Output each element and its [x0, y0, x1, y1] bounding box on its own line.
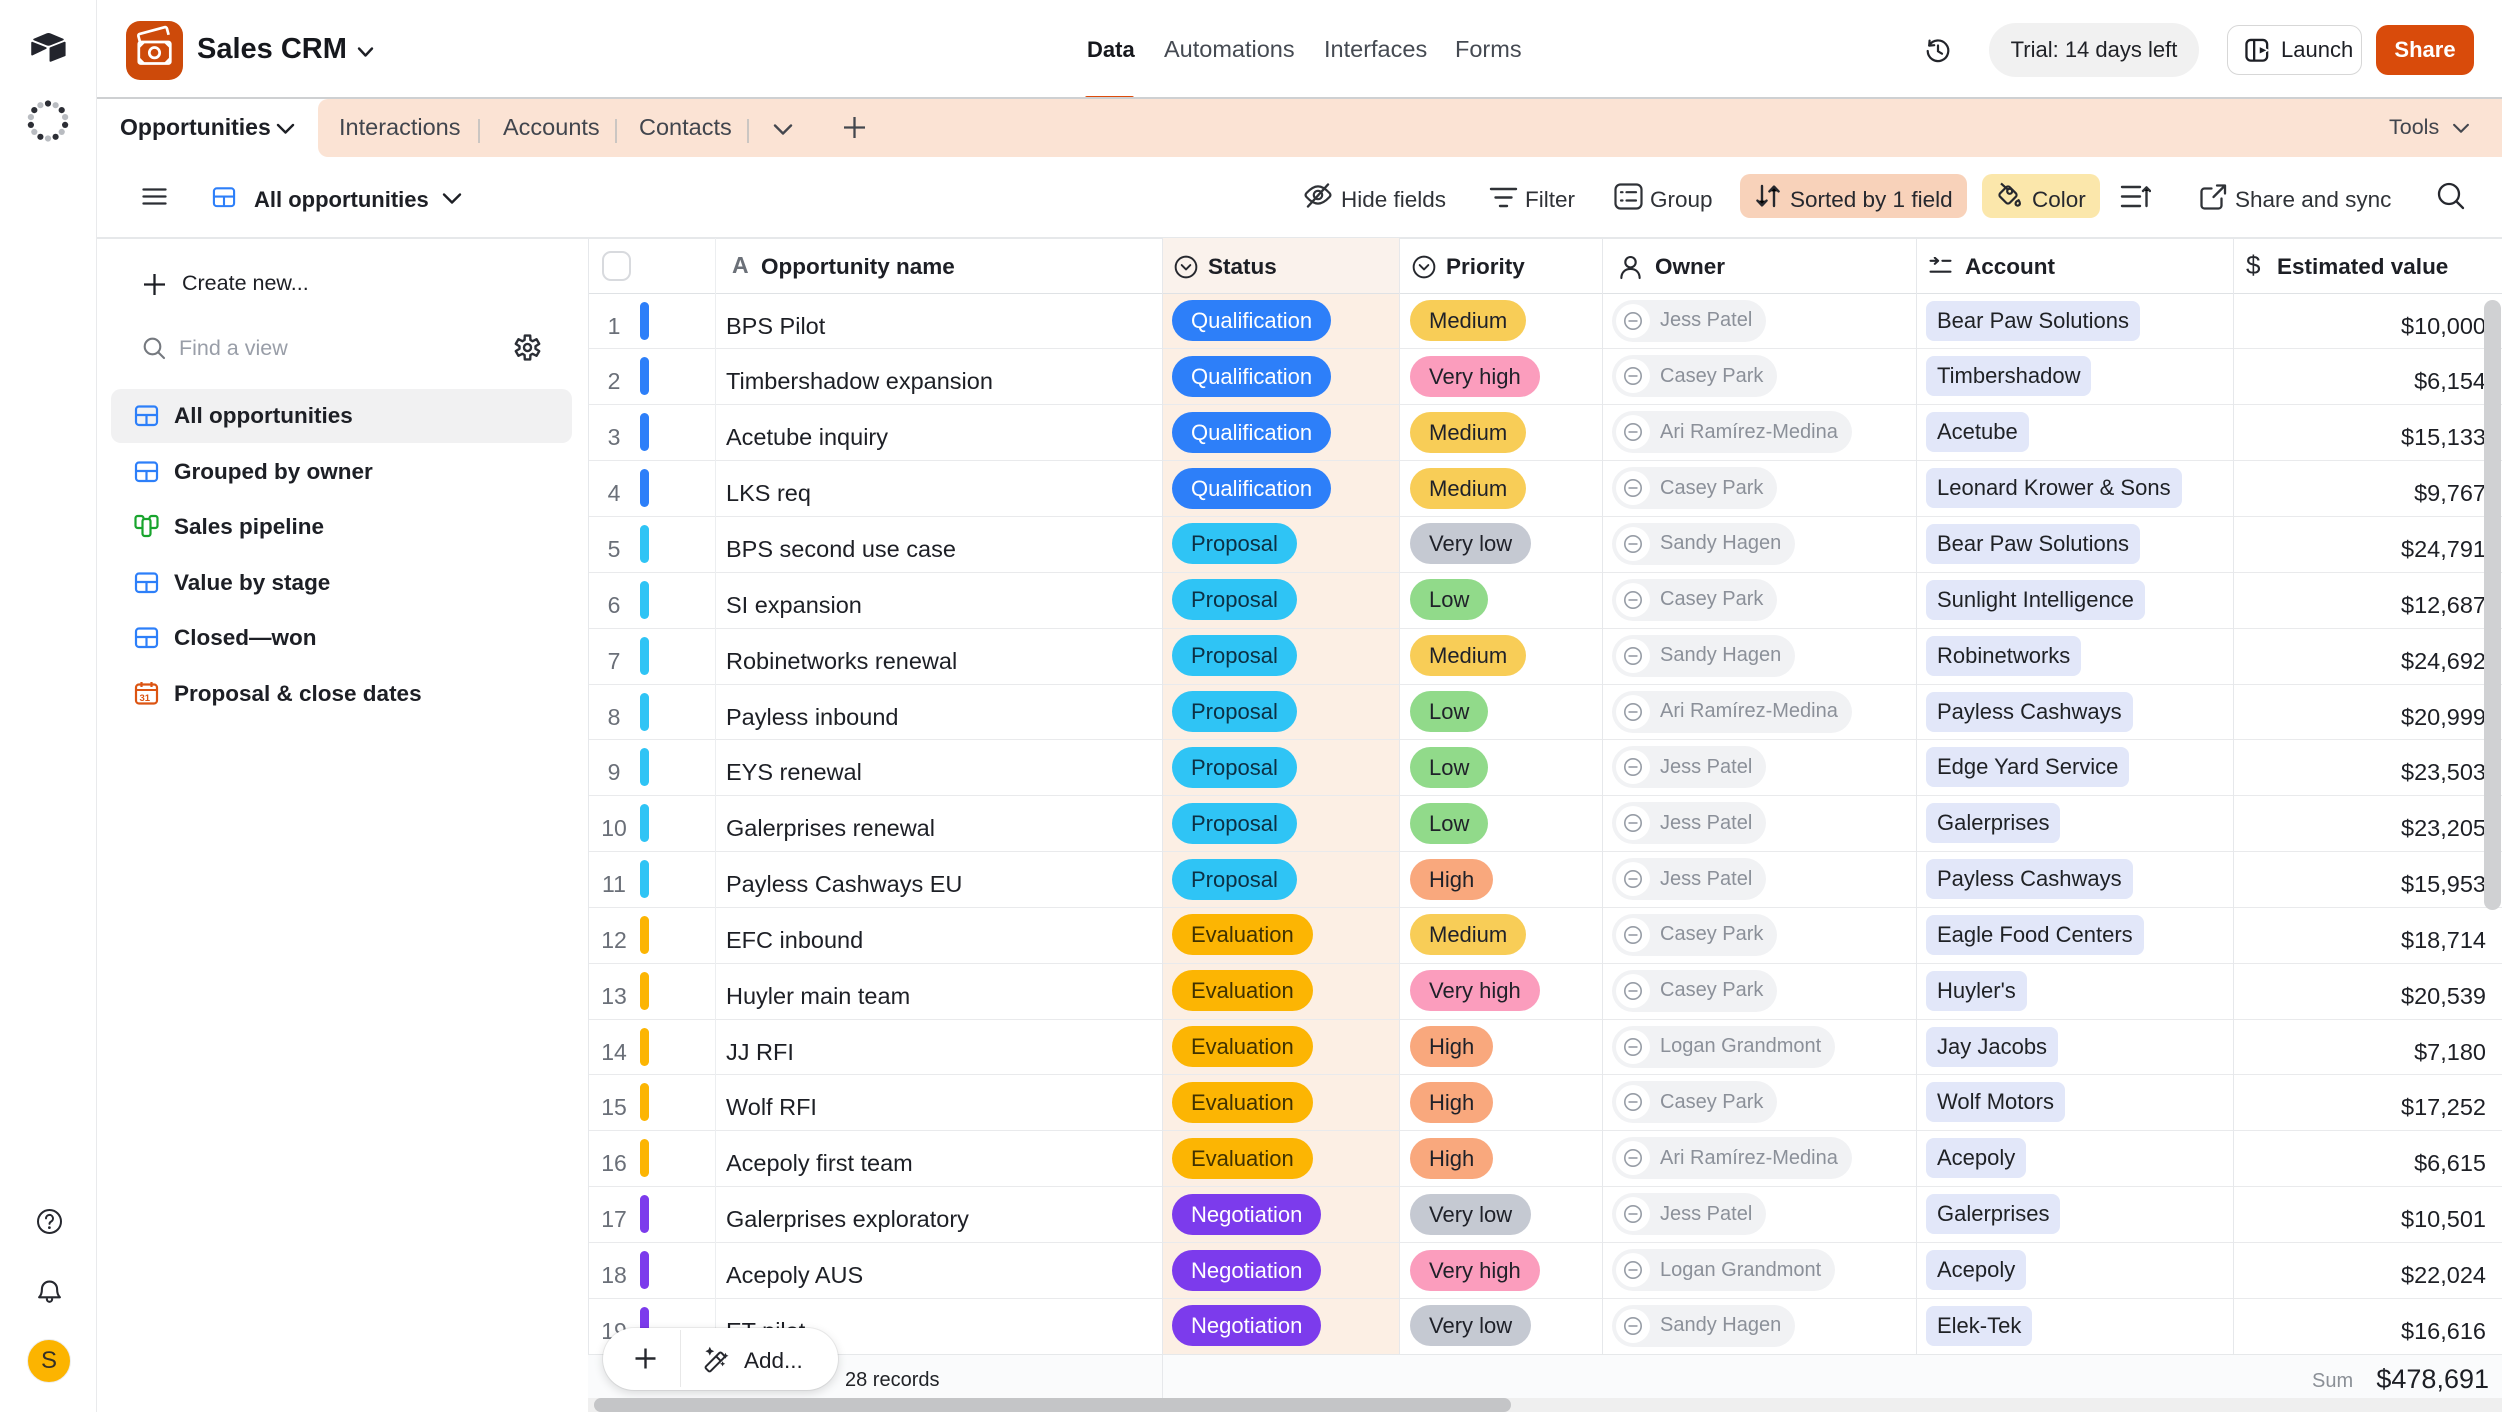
- svg-text:31: 31: [140, 693, 151, 704]
